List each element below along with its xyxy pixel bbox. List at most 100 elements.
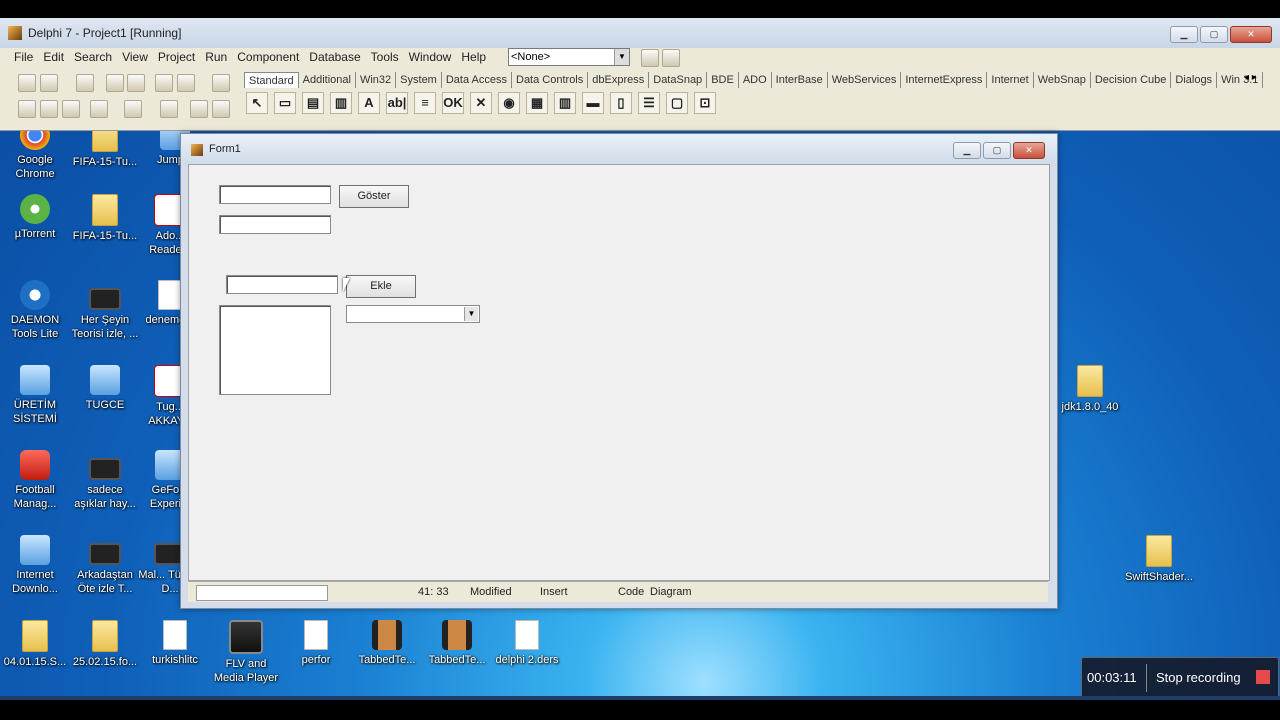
pause-icon[interactable] — [160, 100, 178, 118]
desktop-icon-sadece-asiklar[interactable]: sadece aşıklar hay... — [70, 450, 140, 511]
palette-scroll-arrows[interactable]: ◂ ▸ — [1244, 72, 1257, 83]
toggle-form-unit-icon[interactable] — [62, 100, 80, 118]
combobox[interactable]: ▼ — [346, 305, 480, 323]
ide-titlebar[interactable]: Delphi 7 - Project1 [Running] — [0, 18, 1280, 48]
menu-tools[interactable]: Tools — [371, 50, 399, 64]
close-button[interactable]: ✕ — [1230, 26, 1272, 43]
panel-icon[interactable]: ▢ — [666, 92, 688, 114]
menu-project[interactable]: Project — [158, 50, 195, 64]
radiogroup-icon[interactable]: ☰ — [638, 92, 660, 114]
form1-titlebar[interactable]: Form1 ▁ ▢ ✕ — [181, 134, 1057, 164]
debug-desktop-icon[interactable] — [662, 49, 680, 67]
edit3-input[interactable] — [226, 275, 338, 294]
save-all-icon[interactable] — [106, 74, 124, 92]
chevron-down-icon[interactable]: ▼ — [464, 307, 478, 321]
popupmenu-icon[interactable]: ▥ — [330, 92, 352, 114]
open-icon[interactable] — [40, 74, 58, 92]
stop-icon[interactable] — [1256, 670, 1270, 684]
desktop-icon-fifa2[interactable]: FIFA-15-Tu... — [70, 194, 140, 243]
trace-into-icon[interactable] — [190, 100, 208, 118]
menu-window[interactable]: Window — [409, 50, 452, 64]
form1-minimize-button[interactable]: ▁ — [953, 142, 981, 159]
tab-win32[interactable]: Win32 — [356, 72, 397, 88]
run-icon[interactable] — [124, 100, 142, 118]
desktop-icon-swiftshader[interactable]: SwiftShader... — [1124, 535, 1194, 584]
tab-datasnap[interactable]: DataSnap — [649, 72, 708, 88]
actionlist-icon[interactable]: ⊡ — [694, 92, 716, 114]
desktop-icon-her-seyin-teorisi[interactable]: Her Şeyin Teorisi izle, ... — [70, 280, 140, 341]
desktop-icon-internet-download[interactable]: Internet Downlo... — [0, 535, 70, 596]
desktop-icon-football-manager[interactable]: Football Manag... — [0, 450, 70, 511]
goster-button[interactable]: Göster — [339, 185, 409, 208]
scrollbar-icon[interactable]: ▬ — [582, 92, 604, 114]
edit-icon[interactable]: ab| — [386, 92, 408, 114]
save-icon[interactable] — [76, 74, 94, 92]
new-icon[interactable] — [18, 74, 36, 92]
desktop-icon-delphi-2-ders[interactable]: delphi 2.ders — [492, 620, 562, 667]
tab-dbexpress[interactable]: dbExpress — [588, 72, 650, 88]
tab-ado[interactable]: ADO — [739, 72, 772, 88]
desktop-layout-combo[interactable]: <None> ▼ — [508, 48, 630, 66]
desktop-icon-perfor[interactable]: perfor — [281, 620, 351, 667]
minimize-button[interactable]: ▁ — [1170, 26, 1198, 43]
tab-additional[interactable]: Additional — [299, 72, 356, 88]
tab-interbase[interactable]: InterBase — [772, 72, 828, 88]
tab-dialogs[interactable]: Dialogs — [1171, 72, 1218, 88]
maximize-button[interactable]: ▢ — [1200, 26, 1228, 43]
desktop-icon-flv-player[interactable]: FLV and Media Player — [211, 620, 281, 685]
desktop-icon-25-02-15[interactable]: 25.02.15.fo... — [70, 620, 140, 669]
listbox-icon[interactable]: ▦ — [526, 92, 548, 114]
ekle-button[interactable]: Ekle — [346, 275, 416, 298]
combobox-icon[interactable]: ▥ — [554, 92, 576, 114]
tab-internet[interactable]: Internet — [987, 72, 1034, 88]
tab-decision-cube[interactable]: Decision Cube — [1091, 72, 1172, 88]
tab-websnap[interactable]: WebSnap — [1034, 72, 1091, 88]
listbox[interactable] — [219, 305, 331, 395]
tab-diagram[interactable]: Diagram — [650, 586, 692, 598]
menu-database[interactable]: Database — [309, 50, 360, 64]
tab-code[interactable]: Code — [618, 586, 644, 598]
chevron-down-icon[interactable]: ▼ — [614, 49, 629, 65]
tab-data-access[interactable]: Data Access — [442, 72, 512, 88]
groupbox-icon[interactable]: ▯ — [610, 92, 632, 114]
view-form-icon[interactable] — [40, 100, 58, 118]
desktop-icon-utorrent[interactable]: µTorrent — [0, 194, 70, 241]
form1-maximize-button[interactable]: ▢ — [983, 142, 1011, 159]
desktop-icon-jdk[interactable]: jdk1.8.0_40 — [1055, 365, 1125, 414]
stop-recording-button[interactable]: Stop recording — [1156, 670, 1241, 685]
menu-file[interactable]: File — [14, 50, 33, 64]
tab-bde[interactable]: BDE — [707, 72, 739, 88]
menu-edit[interactable]: Edit — [43, 50, 64, 64]
remove-file-icon[interactable] — [177, 74, 195, 92]
desktop-icon-uretim-sistemi[interactable]: ÜRETİM SİSTEMİ — [0, 365, 70, 426]
step-over-icon[interactable] — [212, 100, 230, 118]
button-icon[interactable]: OK — [442, 92, 464, 114]
view-unit-icon[interactable] — [18, 100, 36, 118]
menu-view[interactable]: View — [122, 50, 148, 64]
desktop-icon-arkadastan-ote[interactable]: Arkadaştan Öte izle T... — [70, 535, 140, 596]
tab-internetexpress[interactable]: InternetExpress — [901, 72, 988, 88]
edit1-input[interactable] — [219, 185, 331, 204]
label-icon[interactable]: A — [358, 92, 380, 114]
desktop-icon-tabbedte-2[interactable]: TabbedTe... — [422, 620, 492, 667]
desktop-icon-tabbedte-1[interactable]: TabbedTe... — [352, 620, 422, 667]
edit2-input[interactable] — [219, 215, 331, 234]
checkbox-icon[interactable]: ✕ — [470, 92, 492, 114]
radiobutton-icon[interactable]: ◉ — [498, 92, 520, 114]
mainmenu-icon[interactable]: ▤ — [302, 92, 324, 114]
save-desktop-icon[interactable] — [641, 49, 659, 67]
tab-standard[interactable]: Standard — [244, 72, 299, 88]
tab-webservices[interactable]: WebServices — [828, 72, 902, 88]
memo-icon[interactable]: ≡ — [414, 92, 436, 114]
menu-component[interactable]: Component — [237, 50, 299, 64]
desktop-icon-turkishlitc[interactable]: turkishlitc — [140, 620, 210, 667]
new-form-icon[interactable] — [90, 100, 108, 118]
tab-data-controls[interactable]: Data Controls — [512, 72, 589, 88]
desktop-icon-tugce[interactable]: TUGCE — [70, 365, 140, 412]
add-file-icon[interactable] — [155, 74, 173, 92]
open-project-icon[interactable] — [127, 74, 145, 92]
tab-system[interactable]: System — [396, 72, 442, 88]
menu-help[interactable]: Help — [461, 50, 486, 64]
desktop-icon-daemon-tools[interactable]: DAEMON Tools Lite — [0, 280, 70, 341]
desktop-icon-04-01-15[interactable]: 04.01.15.S... — [0, 620, 70, 669]
